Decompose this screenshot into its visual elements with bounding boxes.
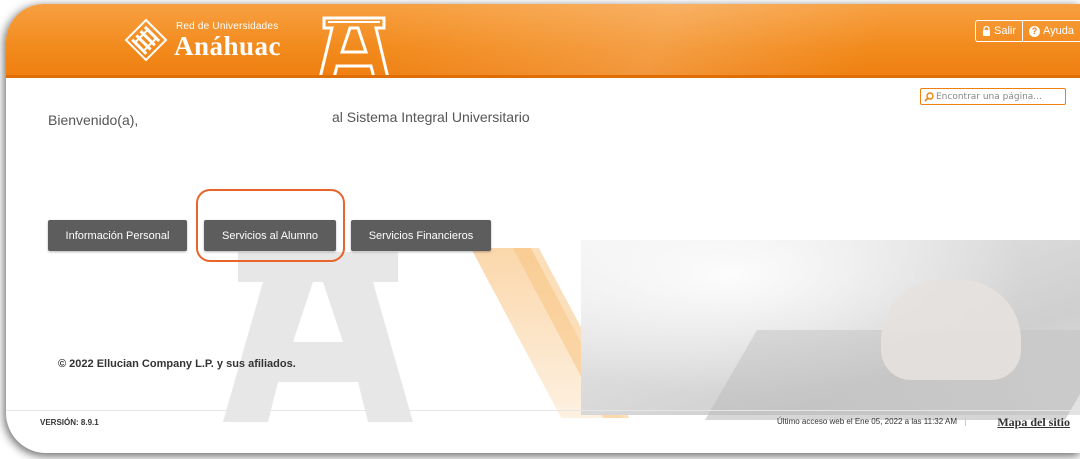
last-access-text: Último acceso web el Ene 05, 2022 a las … (777, 417, 966, 426)
welcome-greeting: Bienvenido(a), (48, 112, 139, 128)
help-icon: ? (1029, 25, 1040, 37)
header-swoosh (360, 4, 1080, 78)
background-hand (881, 280, 1021, 380)
personal-info-button[interactable]: Información Personal (48, 220, 187, 251)
help-label: Ayuda (1043, 25, 1074, 37)
version-text: VERSIÓN: 8.9.1 (40, 418, 99, 427)
financial-services-button[interactable]: Servicios Financieros (351, 220, 491, 251)
help-link[interactable]: ? Ayuda (1022, 21, 1080, 41)
top-links: Salir ? Ayuda (974, 20, 1080, 42)
search-input[interactable] (934, 91, 1061, 102)
logout-link[interactable]: Salir (976, 21, 1022, 41)
sitemap-link[interactable]: Mapa del sitio (997, 415, 1070, 430)
header-underline (6, 75, 1080, 78)
highlight-outline (196, 189, 345, 262)
footer-divider (6, 410, 1080, 411)
logo-title: Anáhuac (174, 31, 282, 61)
anahuac-logo-icon (124, 18, 168, 62)
logout-label: Salir (993, 25, 1016, 37)
search-icon (924, 91, 934, 102)
copyright-text: © 2022 Ellucian Company L.P. y sus afili… (58, 358, 296, 370)
header-banner: Red de Universidades Anáhuac Salir ? Ayu… (6, 4, 1080, 78)
system-title: al Sistema Integral Universitario (332, 109, 530, 125)
background-emblem-icon (223, 252, 413, 422)
page-search-box[interactable] (920, 88, 1066, 105)
app-window: Red de Universidades Anáhuac Salir ? Ayu… (6, 4, 1080, 453)
big-a-emblem-icon (318, 16, 390, 78)
lock-icon (982, 26, 990, 36)
background-photo (581, 240, 1080, 420)
